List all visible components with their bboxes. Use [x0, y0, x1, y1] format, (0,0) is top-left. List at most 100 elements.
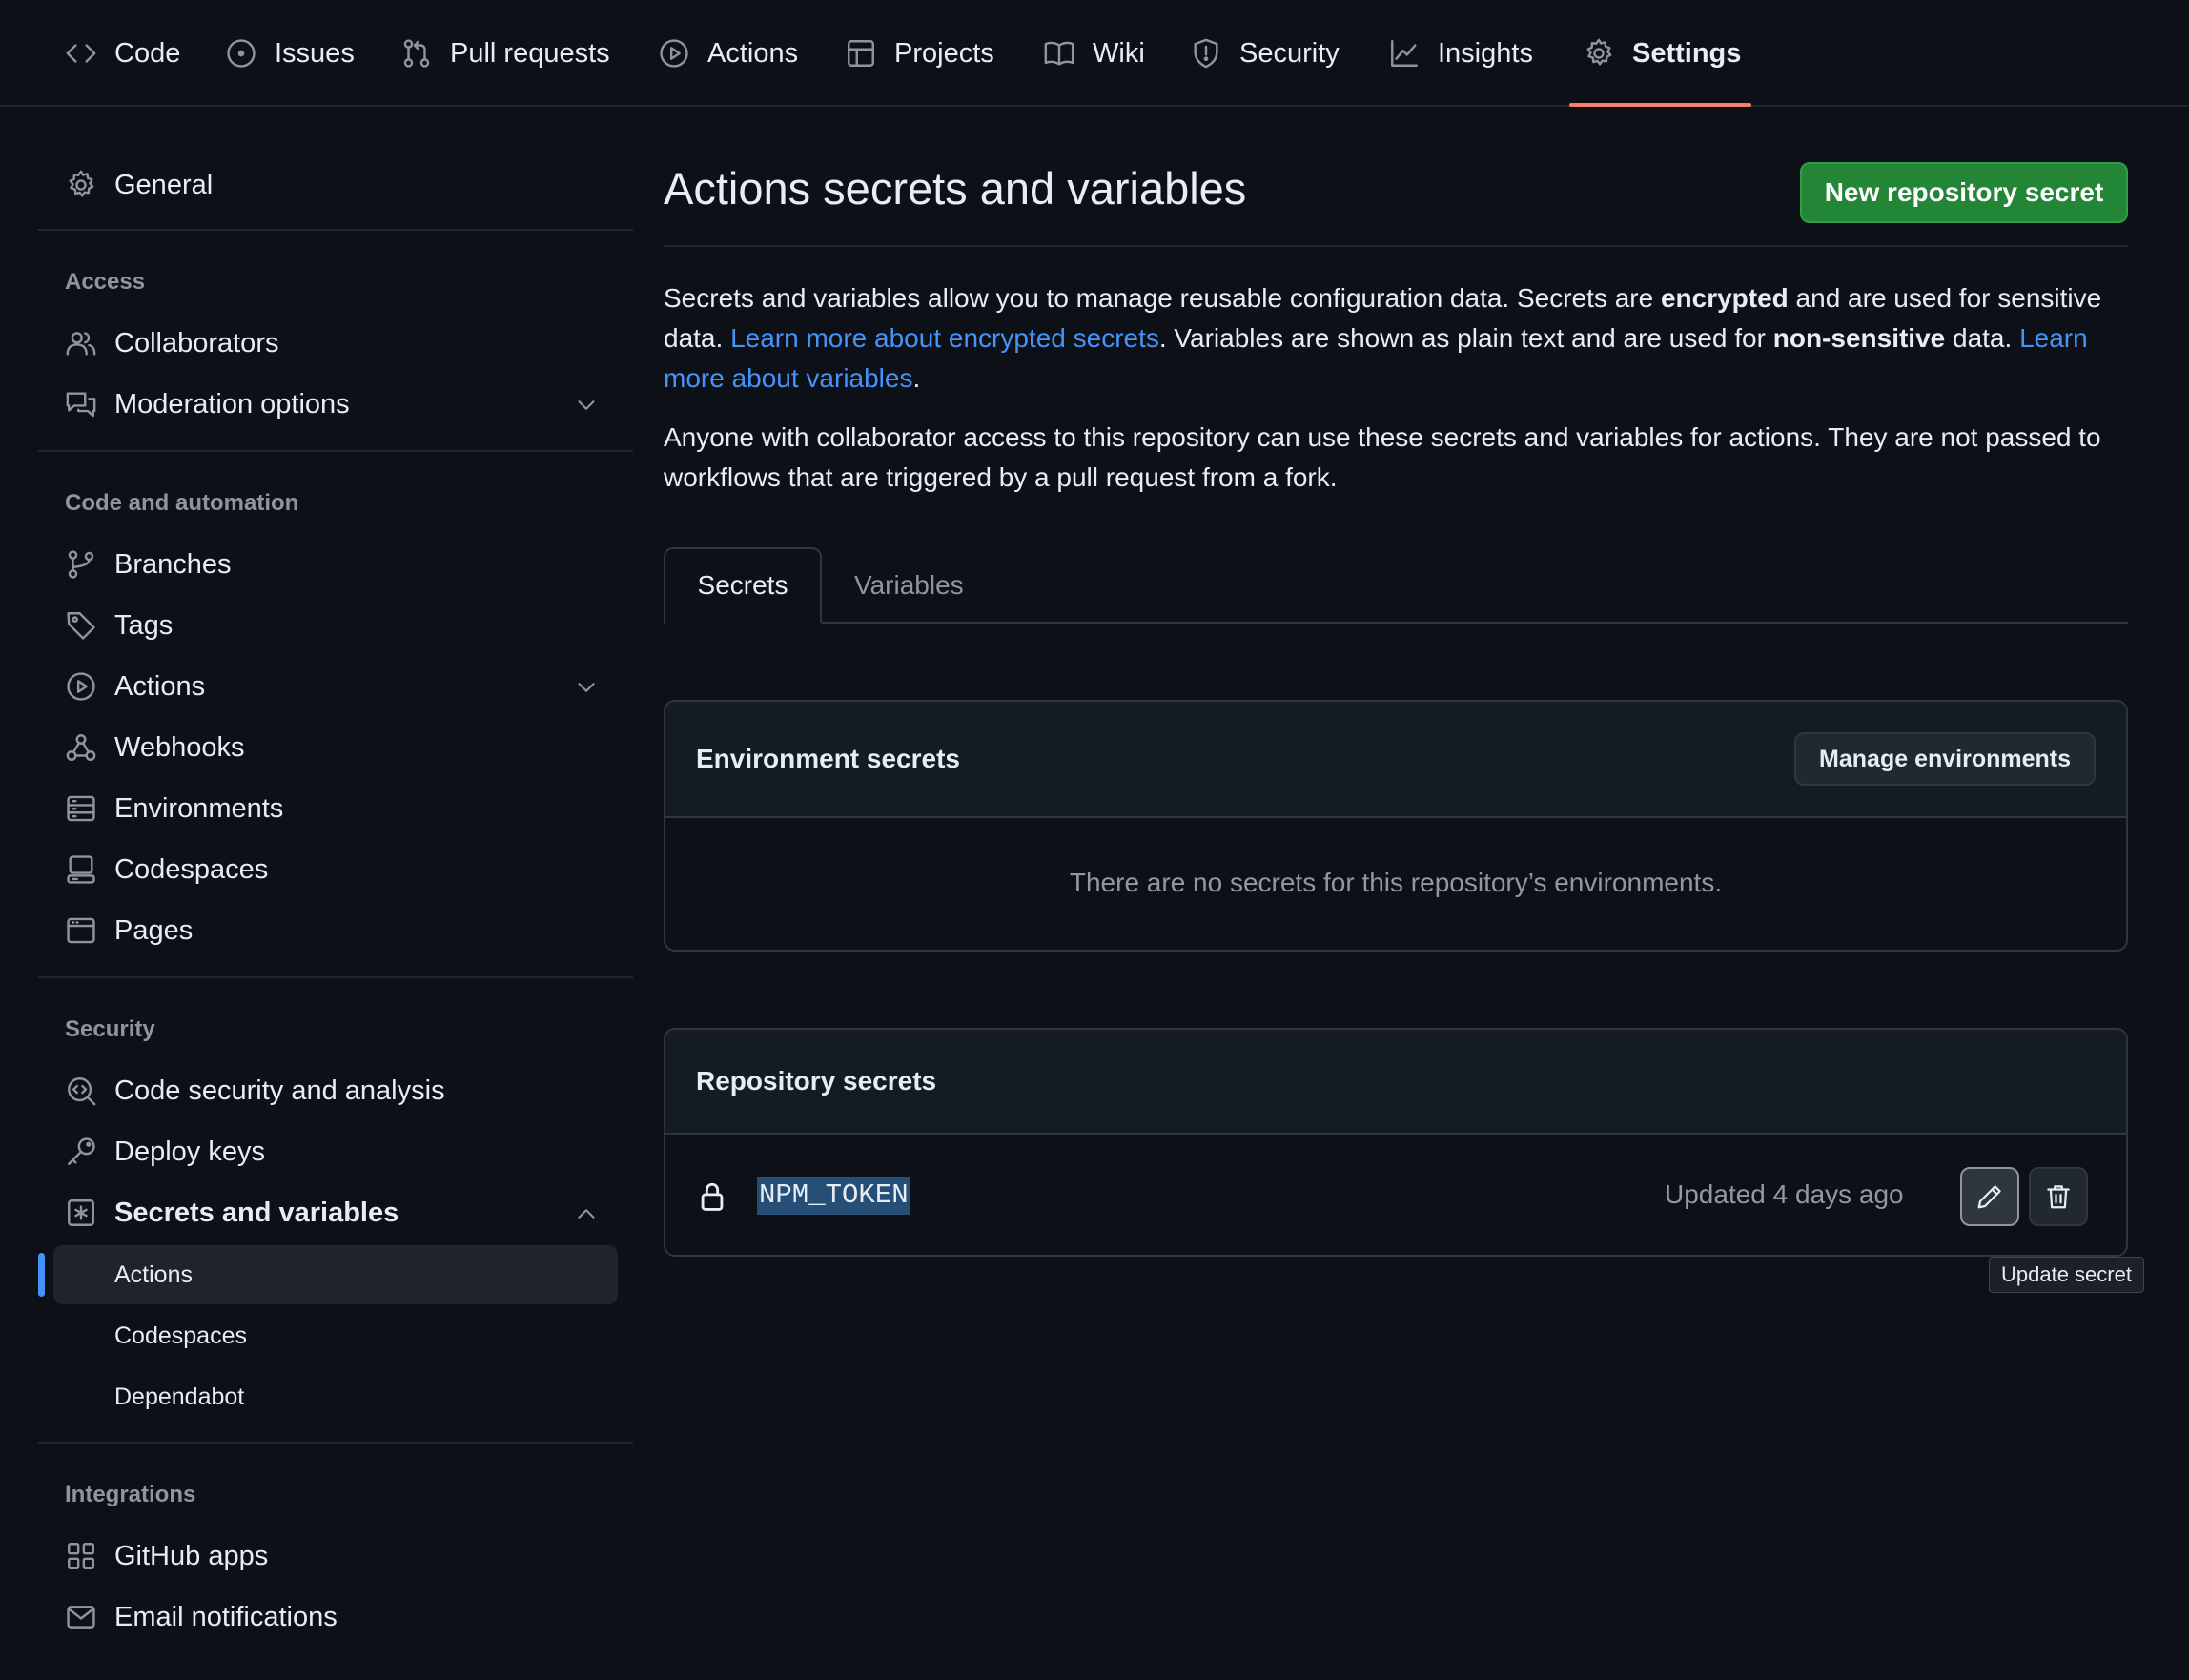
nav-tab-label: Actions	[707, 37, 799, 69]
sidebar-item-label: Collaborators	[114, 327, 279, 359]
chevron-down-icon[interactable]	[572, 391, 601, 420]
sidebar-item-deploy-keys[interactable]: Deploy keys	[65, 1127, 265, 1177]
manage-environments-button[interactable]: Manage environments	[1794, 732, 2096, 786]
people-icon	[65, 327, 97, 359]
sidebar-heading-access: Access	[65, 269, 146, 295]
sidebar-item-codespaces[interactable]: Codespaces	[65, 845, 268, 894]
code-icon	[65, 37, 97, 70]
sidebar-divider	[38, 1442, 633, 1444]
sidebar-item-collaborators[interactable]: Collaborators	[65, 318, 278, 368]
browser-icon	[65, 914, 97, 947]
delete-secret-button[interactable]	[2029, 1167, 2088, 1226]
sidebar-item-webhooks[interactable]: Webhooks	[65, 723, 245, 772]
sidebar-item-tags[interactable]: Tags	[65, 601, 173, 650]
sidebar-subitem-dependabot[interactable]: Dependabot	[53, 1367, 618, 1426]
sidebar-item-label: Pages	[114, 914, 194, 946]
intro-bold-non-sensitive: non-sensitive	[1772, 323, 1946, 353]
chevron-up-icon[interactable]	[572, 1199, 601, 1228]
sidebar-divider	[38, 229, 633, 231]
shield-icon	[1190, 37, 1222, 70]
sidebar-divider	[38, 450, 633, 452]
update-secret-button[interactable]	[1960, 1167, 2019, 1226]
sidebar-item-pages[interactable]: Pages	[65, 906, 193, 955]
environment-secrets-empty: There are no secrets for this repository…	[1069, 868, 1723, 897]
sidebar-item-code-security[interactable]: Code security and analysis	[65, 1066, 445, 1116]
nav-tab-label: Pull requests	[450, 37, 610, 69]
intro-bold-encrypted: encrypted	[1660, 283, 1789, 313]
environment-secrets-box: Environment secrets Manage environments …	[664, 700, 2128, 952]
nav-tab-settings[interactable]: Settings	[1583, 0, 1741, 107]
book-icon	[1043, 37, 1075, 70]
intro-text: data.	[1945, 323, 2020, 353]
issue-icon	[225, 37, 257, 70]
intro-text: .	[912, 363, 921, 393]
title-divider	[664, 245, 2128, 247]
webhook-icon	[65, 731, 97, 764]
nav-tab-label: Insights	[1438, 37, 1533, 69]
nav-tab-insights[interactable]: Insights	[1388, 0, 1533, 107]
active-indicator	[38, 1253, 45, 1297]
access-paragraph: Anyone with collaborator access to this …	[664, 422, 2101, 492]
sidebar-item-label: General	[114, 169, 214, 200]
nav-tab-issues[interactable]: Issues	[225, 0, 355, 107]
play-circle-icon	[658, 37, 690, 70]
sidebar-divider	[38, 976, 633, 978]
sidebar-item-branches[interactable]: Branches	[65, 540, 232, 589]
environment-secrets-header: Environment secrets Manage environments	[665, 702, 2126, 818]
settings-sidebar: General Access Collaborators Moderation …	[0, 107, 648, 1680]
sidebar-item-label: Code security and analysis	[114, 1075, 445, 1106]
nav-tab-code[interactable]: Code	[65, 0, 180, 107]
sidebar-item-label: Webhooks	[114, 731, 245, 763]
sidebar-item-moderation[interactable]: Moderation options	[65, 379, 350, 429]
nav-tab-label: Code	[114, 37, 181, 69]
nav-tab-wiki[interactable]: Wiki	[1043, 0, 1145, 107]
asterisk-icon	[65, 1197, 97, 1229]
tab-secrets[interactable]: Secrets	[664, 547, 822, 624]
nav-tab-actions[interactable]: Actions	[658, 0, 798, 107]
chevron-down-icon[interactable]	[572, 673, 601, 702]
nav-tab-label: Settings	[1632, 37, 1742, 69]
secret-name[interactable]: NPM_TOKEN	[757, 1177, 910, 1215]
environment-secrets-title: Environment secrets	[696, 744, 960, 773]
sidebar-item-github-apps[interactable]: GitHub apps	[65, 1531, 268, 1581]
learn-more-secrets-link[interactable]: Learn more about encrypted secrets	[730, 323, 1159, 353]
sidebar-subitem-codespaces[interactable]: Codespaces	[53, 1306, 618, 1365]
mail-icon	[65, 1601, 97, 1633]
intro-text: . Variables are shown as plain text and …	[1158, 323, 1773, 353]
nav-tab-pull-requests[interactable]: Pull requests	[400, 0, 610, 107]
sidebar-item-label: Secrets and variables	[114, 1197, 399, 1228]
pull-request-icon	[400, 37, 433, 70]
codescan-icon	[65, 1075, 97, 1107]
play-circle-icon	[65, 670, 97, 703]
intro-paragraph: Secrets and variables allow you to manag…	[664, 278, 2132, 399]
sidebar-subitem-actions[interactable]: Actions	[53, 1245, 618, 1304]
tag-icon	[65, 609, 97, 642]
page-title: Actions secrets and variables	[664, 163, 1247, 214]
sidebar-item-label: Actions	[114, 670, 206, 702]
repository-secrets-title: Repository secrets	[696, 1066, 937, 1096]
nav-tab-label: Projects	[894, 37, 994, 69]
lock-icon	[696, 1180, 728, 1213]
sidebar-item-general[interactable]: General	[65, 160, 213, 210]
sidebar-item-actions[interactable]: Actions	[65, 662, 205, 711]
table-icon	[845, 37, 877, 70]
sidebar-heading-security: Security	[65, 1016, 155, 1042]
repository-secrets-header: Repository secrets	[665, 1030, 2126, 1135]
sidebar-heading-integrations: Integrations	[65, 1482, 196, 1507]
codespaces-icon	[65, 853, 97, 886]
tab-variables[interactable]: Variables	[854, 547, 964, 624]
apps-icon	[65, 1540, 97, 1572]
gear-icon	[65, 169, 97, 201]
sidebar-item-label: Moderation options	[114, 388, 350, 420]
sidebar-item-label: Branches	[114, 548, 232, 580]
secret-updated-time: Updated 4 days ago	[1665, 1179, 1904, 1209]
sidebar-item-environments[interactable]: Environments	[65, 784, 283, 833]
repository-secrets-box: Repository secrets NPM_TOKEN Updated 4 d…	[664, 1028, 2128, 1257]
sidebar-item-secrets-variables[interactable]: Secrets and variables	[65, 1188, 399, 1238]
sidebar-item-email-notifications[interactable]: Email notifications	[65, 1592, 338, 1642]
nav-tab-projects[interactable]: Projects	[845, 0, 994, 107]
nav-tab-label: Security	[1239, 37, 1340, 69]
new-repository-secret-button[interactable]: New repository secret	[1800, 162, 2128, 223]
git-branch-icon	[65, 548, 97, 581]
nav-tab-security[interactable]: Security	[1190, 0, 1340, 107]
